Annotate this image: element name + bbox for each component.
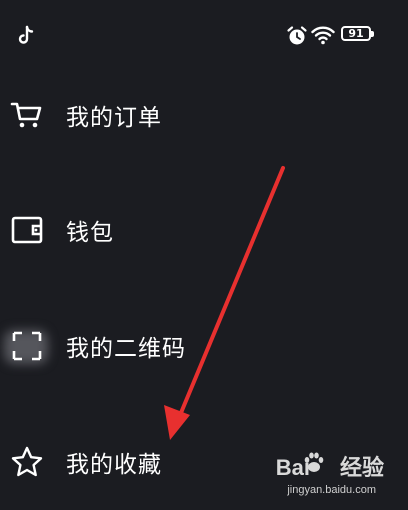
shopping-cart-icon bbox=[10, 102, 42, 128]
baidu-jingyan-watermark: Bai 经验 jingyan.baidu.com bbox=[252, 444, 402, 506]
menu-item-label: 我的收藏 bbox=[66, 452, 162, 478]
watermark-url: jingyan.baidu.com bbox=[287, 484, 376, 496]
star-icon bbox=[11, 446, 43, 477]
qr-code-icon bbox=[12, 331, 42, 361]
alarm-clock-icon bbox=[287, 26, 307, 45]
menu-item-label: 我的二维码 bbox=[66, 336, 186, 362]
baidu-paw-icon bbox=[304, 452, 324, 472]
menu-item-label: 我的订单 bbox=[66, 105, 162, 131]
wallet-icon bbox=[11, 216, 43, 244]
menu-item-wallet[interactable]: 钱包 bbox=[0, 200, 408, 260]
menu-item-my-qr-code[interactable]: 我的二维码 bbox=[0, 316, 408, 376]
tiktok-icon bbox=[18, 25, 34, 44]
menu-item-label: 钱包 bbox=[66, 220, 114, 246]
battery-level: 91 bbox=[348, 27, 364, 40]
watermark-brand: Bai 经验 bbox=[276, 450, 384, 482]
status-bar: 91 bbox=[0, 0, 408, 70]
watermark-brand-right: 经验 bbox=[339, 455, 384, 480]
battery-indicator: 91 bbox=[341, 26, 374, 41]
wifi-icon bbox=[311, 26, 335, 45]
menu-item-my-orders[interactable]: 我的订单 bbox=[0, 85, 408, 145]
